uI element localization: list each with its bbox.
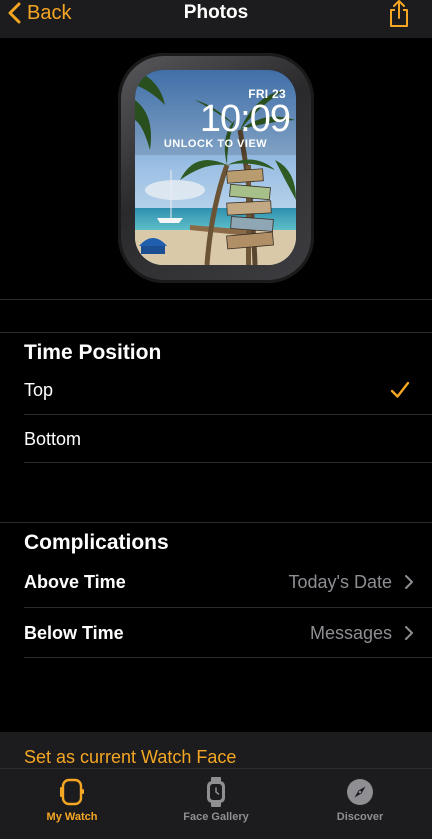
divider (24, 657, 432, 658)
set-as-current-watch-face-button[interactable]: Set as current Watch Face (0, 732, 432, 772)
watch-preview-area: FRI 23 10:09 UNLOCK TO VIEW (0, 38, 432, 300)
chevron-right-icon (405, 575, 413, 589)
divider (0, 522, 432, 523)
tab-label: Face Gallery (183, 811, 249, 823)
divider (0, 332, 432, 333)
complications-heading: Complications (24, 531, 169, 554)
watch-face-icon (207, 777, 225, 807)
watch-time: 10:09 (199, 98, 291, 140)
tab-label: My Watch (46, 811, 98, 823)
page-title: Photos (183, 2, 249, 23)
time-position-option-top[interactable]: Top (0, 366, 432, 414)
option-label: Bottom (24, 429, 82, 449)
compass-icon (347, 779, 373, 805)
watch-screen: FRI 23 10:09 UNLOCK TO VIEW (135, 70, 296, 265)
complication-label: Below Time (24, 623, 124, 643)
complication-value: Today's Date (288, 572, 393, 592)
share-icon (390, 0, 408, 27)
tab-face-gallery[interactable]: Face Gallery (144, 769, 288, 839)
divider (0, 299, 432, 300)
tab-my-watch[interactable]: My Watch (0, 769, 144, 839)
complication-label: Above Time (24, 572, 126, 592)
share-button[interactable] (386, 0, 412, 28)
tab-label: Discover (336, 811, 384, 823)
complication-row-below-time[interactable]: Below Time Messages (0, 608, 432, 657)
navigation-bar: Back Photos (0, 0, 432, 38)
checkmark-icon (390, 381, 410, 398)
set-face-label: Set as current Watch Face (24, 747, 237, 767)
watch-icon (60, 778, 84, 806)
option-label: Top (24, 380, 54, 400)
time-position-option-bottom[interactable]: Bottom (0, 415, 432, 462)
divider (24, 462, 432, 463)
tab-discover[interactable]: Discover (288, 769, 432, 839)
time-position-heading: Time Position (24, 341, 162, 364)
chevron-right-icon (405, 626, 413, 640)
complication-row-above-time[interactable]: Above Time Today's Date (0, 556, 432, 607)
watch-unlock-text: UNLOCK TO VIEW (163, 138, 268, 150)
watch-preview: FRI 23 10:09 UNLOCK TO VIEW (118, 53, 314, 283)
tab-bar: My Watch Face Gallery Discover (0, 768, 432, 839)
complication-value: Messages (309, 623, 392, 643)
